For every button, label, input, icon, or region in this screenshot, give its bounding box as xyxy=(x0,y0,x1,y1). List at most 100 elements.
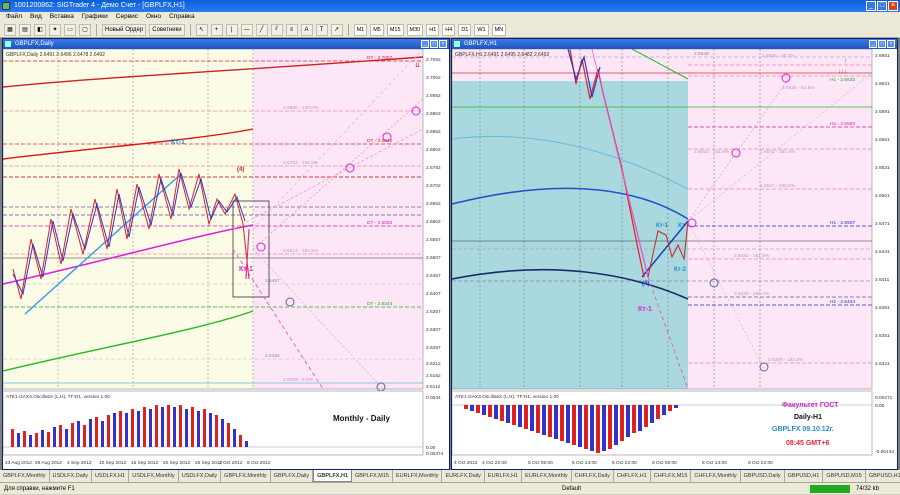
chart-window-titlebar: GBPLFX,H1 _ □ × xyxy=(452,39,897,49)
new-chart-icon[interactable]: ▦ xyxy=(4,23,16,36)
date-tick: 10 Sep 2012 xyxy=(99,460,127,466)
chart-background xyxy=(3,49,253,389)
price-tick: 2.6441 xyxy=(875,249,890,255)
chart-tab[interactable]: EURLFX,Monthly xyxy=(393,470,443,482)
timeframe-h4[interactable]: H4 xyxy=(442,23,456,36)
osc-tick: 0.00 xyxy=(875,403,885,409)
maximize-icon[interactable]: □ xyxy=(877,1,887,11)
chart-tab[interactable]: CHFLFX,Daily xyxy=(572,470,614,482)
close-icon[interactable]: × xyxy=(888,1,898,11)
timeframe-w1[interactable]: W1 xyxy=(474,23,489,36)
terminal-icon[interactable]: ▭ xyxy=(64,23,76,36)
crosshair-icon[interactable]: + xyxy=(210,23,223,36)
chart-tab-active[interactable]: GBPLFX,H1 xyxy=(313,470,353,482)
chart-tab[interactable]: CHFLFX,H1 xyxy=(614,470,651,482)
price-tick: 2.7002 xyxy=(426,75,441,81)
chart-tab[interactable]: GBPUSD,H1 xyxy=(785,470,824,482)
timeframe-h1[interactable]: H1 xyxy=(426,23,440,36)
new-order-button[interactable]: Новый Ордер xyxy=(102,23,147,36)
menu-help[interactable]: Справка xyxy=(169,12,195,22)
status-help-text: Для справки, нажмите F1 xyxy=(4,486,75,492)
chart-window-h1[interactable]: GBPLFX,H1 _ □ × Кт-1 Кт Кт-2 (4) Кт-1 GB… xyxy=(451,38,898,470)
chart-tab[interactable]: USDLFX,Daily xyxy=(179,470,222,482)
chart-tab[interactable]: EURLFX,Daily xyxy=(442,470,485,482)
chart-tab[interactable]: GBPLFX,Monthly xyxy=(221,470,271,482)
level-label: DT - 2.6344 xyxy=(367,301,393,307)
maximize-icon[interactable]: □ xyxy=(430,40,438,48)
chart-tab[interactable]: USDLFX,Daily xyxy=(50,470,92,482)
channel-icon[interactable]: ⫽ xyxy=(270,23,283,36)
chart-tab[interactable]: CHFLFX,Monthly xyxy=(691,470,741,482)
market-watch-icon[interactable]: ◧ xyxy=(34,23,46,36)
chart-tab[interactable]: GBPUSD,M15 xyxy=(823,470,866,482)
label-icon[interactable]: T xyxy=(315,23,328,36)
timeframe-m15[interactable]: M15 xyxy=(386,23,404,36)
text-icon[interactable]: A xyxy=(300,23,313,36)
chart-tab[interactable]: GBPUSD,Daily xyxy=(741,470,785,482)
maximize-icon[interactable]: □ xyxy=(878,40,886,48)
fibo-icon[interactable]: ≡ xyxy=(285,23,298,36)
chart-info-line: GBPLFX,Daily 2.6491 2.6496 2.6478 2.6492 xyxy=(6,52,105,58)
menu-window[interactable]: Окно xyxy=(146,12,161,22)
navigator-icon[interactable]: ✦ xyxy=(49,23,61,36)
wave-label-4: (4) xyxy=(237,167,244,173)
osc-tick: 0.00 xyxy=(426,445,436,451)
price-tick: 2.6411 xyxy=(875,277,890,283)
chart-window-icon xyxy=(454,41,460,47)
chart-window-daily[interactable]: GBPLFX,Daily _ □ × Кт-1 (4) Кт-1 GBPLFX,… xyxy=(2,38,450,470)
chart-tab[interactable]: EURLFX,Monthly xyxy=(522,470,572,482)
profiles-icon[interactable]: ▤ xyxy=(19,23,31,36)
cursor-icon[interactable]: ↖ xyxy=(195,23,208,36)
chart-tab[interactable]: CHFLFX,M15 xyxy=(651,470,692,482)
menu-file[interactable]: Файл xyxy=(6,12,22,22)
close-icon[interactable]: × xyxy=(887,40,895,48)
vertical-line-icon[interactable]: | xyxy=(225,23,238,36)
level-label: 2.6512 - 161.8% xyxy=(283,248,319,254)
minimize-icon[interactable]: _ xyxy=(866,1,876,11)
level-label: 2.6552 - 161.8% xyxy=(694,149,730,155)
date-tick: 2 Oct 2012 xyxy=(219,460,243,466)
price-tick: 2.6307 xyxy=(426,327,441,333)
chart-canvas-h1[interactable]: Кт-1 Кт Кт-2 (4) Кт-1 GBPLFX,H1 2.6491 2… xyxy=(452,49,897,469)
price-tick: 2.6651 xyxy=(875,53,890,59)
chart-canvas-daily[interactable]: Кт-1 (4) Кт-1 GBPLFX,Daily 2.6491 2.6496… xyxy=(3,49,449,469)
price-tick: 2.6652 xyxy=(426,201,441,207)
minimize-icon[interactable]: _ xyxy=(421,40,429,48)
menu-bar: Файл Вид Вставка Графики Сервис Окно Спр… xyxy=(0,12,900,22)
timeframe-mn[interactable]: MN xyxy=(491,23,507,36)
level-label: DT - 2.7057 xyxy=(367,55,393,61)
trendline-icon[interactable]: ╱ xyxy=(255,23,268,36)
chart-tab[interactable]: USDLFX,H1 xyxy=(92,470,130,482)
level-label: 2.6537 - 100.0% xyxy=(760,183,796,189)
timeframe-d1[interactable]: D1 xyxy=(458,23,472,36)
date-tick: 8 Oct 22:00 xyxy=(748,460,773,466)
date-tick: 8 Oct 14:00 xyxy=(702,460,727,466)
chart-tab[interactable]: GBPLFX,M15 xyxy=(352,470,393,482)
menu-view[interactable]: Вид xyxy=(30,12,42,22)
menu-insert[interactable]: Вставка xyxy=(50,12,74,22)
chart-tab[interactable]: EURLFX,H1 xyxy=(485,470,523,482)
menu-tools[interactable]: Сервис xyxy=(116,12,138,22)
arrows-icon[interactable]: ↗ xyxy=(330,23,343,36)
horizontal-line-icon[interactable]: — xyxy=(240,23,253,36)
price-tick: 2.6602 xyxy=(426,219,441,225)
chart-tab[interactable]: GBPLFX,Daily xyxy=(271,470,314,482)
chart-tab[interactable]: GBPUSD,H1 xyxy=(866,470,900,482)
timeframe-m30[interactable]: M30 xyxy=(406,23,424,36)
osc-tick: 0.0044 xyxy=(426,395,441,401)
timeframe-m5[interactable]: M5 xyxy=(370,23,384,36)
menu-charts[interactable]: Графики xyxy=(82,12,108,22)
tester-icon[interactable]: ▢ xyxy=(79,23,91,36)
chart-window-title: GBPLFX,H1 xyxy=(464,41,498,47)
wave-label-kt1-bottom: Кт-1 xyxy=(239,266,253,273)
close-icon[interactable]: × xyxy=(439,40,447,48)
status-traffic: 74/32 kb xyxy=(856,486,880,492)
minimize-icon[interactable]: _ xyxy=(869,40,877,48)
timeframe-m1[interactable]: M1 xyxy=(353,23,368,36)
wave-label-kt1-top: Кт-1 xyxy=(171,139,185,146)
price-tick: 2.6471 xyxy=(875,221,890,227)
new-order-label: Новый Ордер xyxy=(105,26,144,33)
chart-tab[interactable]: GBPLFX,Monthly xyxy=(0,470,50,482)
advisors-button[interactable]: Советники xyxy=(149,23,185,36)
chart-tab[interactable]: USDLFX,Monthly xyxy=(129,470,179,482)
